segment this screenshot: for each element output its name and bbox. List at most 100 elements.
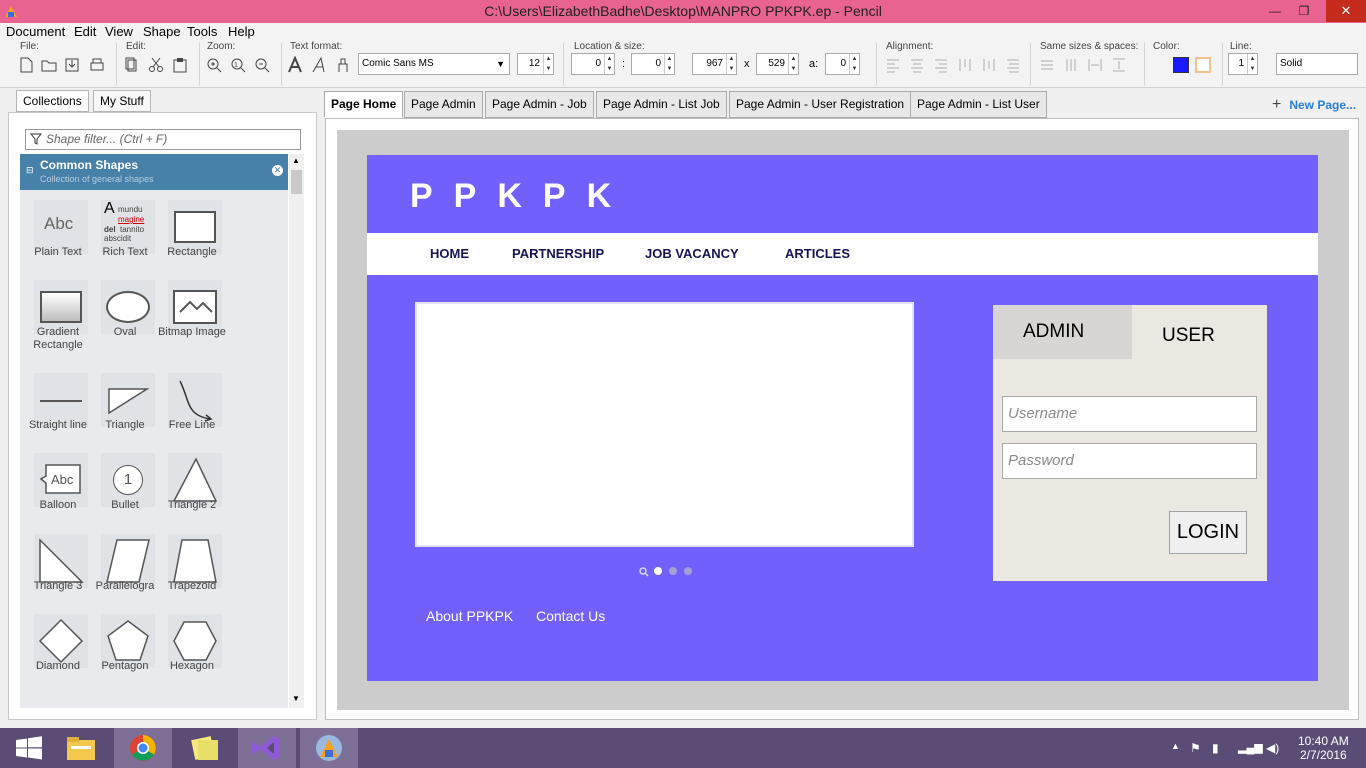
- scroll-up-icon[interactable]: ▲: [292, 156, 300, 165]
- width-stepper[interactable]: 967 ▲ ▼: [692, 53, 737, 75]
- spin-arrows-icon[interactable]: ▲ ▼: [1247, 54, 1257, 74]
- password-input[interactable]: Password: [1002, 443, 1257, 479]
- shape-filter-input[interactable]: Shape filter... (Ctrl + F): [25, 129, 301, 150]
- shape-bitmap-image[interactable]: Bitmap Image: [154, 270, 228, 350]
- zoom-actual-icon[interactable]: 1: [229, 56, 247, 74]
- menu-help[interactable]: Help: [228, 24, 255, 39]
- shape-bullet[interactable]: 1 Bullet: [87, 443, 161, 523]
- zoom-in-icon[interactable]: [205, 56, 223, 74]
- tab-page-admin-user-registration[interactable]: Page Admin - User Registration: [729, 91, 912, 118]
- volume-icon[interactable]: ◀): [1266, 741, 1279, 755]
- slider-dot-active[interactable]: [654, 567, 662, 575]
- shape-free-line[interactable]: Free Line: [154, 363, 228, 443]
- shape-trapezoid[interactable]: Trapezoid: [154, 524, 228, 604]
- nav-job-vacancy[interactable]: JOB VACANCY: [645, 246, 739, 261]
- mockup-page[interactable]: PPKPK HOME PARTNERSHIP JOB VACANCY ARTIC…: [367, 155, 1318, 681]
- panel-scrollbar[interactable]: ▲ ▼: [289, 154, 304, 708]
- windows-start-icon[interactable]: [0, 728, 58, 768]
- menu-edit[interactable]: Edit: [74, 24, 96, 39]
- font-size-stepper[interactable]: 12 ▲ ▼: [517, 53, 554, 75]
- new-document-icon[interactable]: [17, 56, 35, 74]
- nav-partnership[interactable]: PARTNERSHIP: [512, 246, 604, 261]
- tab-my-stuff[interactable]: My Stuff: [93, 90, 151, 112]
- spin-arrows-icon[interactable]: ▲ ▼: [604, 54, 614, 74]
- paste-icon[interactable]: [171, 56, 189, 74]
- tab-page-home[interactable]: Page Home: [324, 91, 404, 118]
- network-icon[interactable]: ▂▄▆: [1238, 741, 1263, 754]
- font-italic-a-icon[interactable]: [310, 56, 328, 74]
- visual-studio-taskbar-item[interactable]: [238, 728, 296, 768]
- slider-search-icon[interactable]: [639, 567, 649, 577]
- save-icon[interactable]: [63, 56, 81, 74]
- same-width-icon[interactable]: [1062, 56, 1080, 74]
- copy-icon[interactable]: [123, 56, 141, 74]
- close-collection-icon[interactable]: ✕: [272, 165, 283, 176]
- system-clock[interactable]: 10:40 AM 2/7/2016: [1298, 734, 1349, 762]
- shape-triangle-3[interactable]: Triangle 3: [20, 524, 94, 604]
- collapse-icon[interactable]: ⊟: [26, 165, 34, 176]
- shape-triangle[interactable]: Triangle: [87, 363, 161, 443]
- sticky-notes-icon[interactable]: [176, 728, 234, 768]
- spin-arrows-icon[interactable]: ▲ ▼: [849, 54, 859, 74]
- horizontal-spacing-icon[interactable]: [1086, 56, 1104, 74]
- zoom-out-icon[interactable]: [253, 56, 271, 74]
- minimize-button[interactable]: —: [1261, 0, 1289, 22]
- align-right-icon[interactable]: [932, 56, 950, 74]
- cut-icon[interactable]: [147, 56, 165, 74]
- vertical-spacing-icon[interactable]: [1110, 56, 1128, 74]
- shape-triangle-2[interactable]: Triangle 2: [154, 443, 228, 523]
- text-style-icon[interactable]: [334, 56, 352, 74]
- show-hidden-icons[interactable]: ▲: [1171, 741, 1180, 751]
- pencil-taskbar-item[interactable]: [300, 728, 358, 768]
- spin-arrows-icon[interactable]: ▲ ▼: [788, 54, 798, 74]
- shape-balloon[interactable]: Abc Balloon: [20, 443, 94, 523]
- footer-contact-link[interactable]: Contact Us: [536, 608, 605, 624]
- tab-page-admin-list-user[interactable]: Page Admin - List User: [910, 91, 1047, 118]
- file-explorer-icon[interactable]: [52, 728, 110, 768]
- same-height-icon[interactable]: [1038, 56, 1056, 74]
- scroll-down-icon[interactable]: ▼: [292, 694, 300, 703]
- align-top-icon[interactable]: [956, 56, 974, 74]
- slider-dot[interactable]: [669, 567, 677, 575]
- font-bold-a-icon[interactable]: [286, 56, 304, 74]
- shape-gradient-rectangle[interactable]: Gradient Rectangle: [20, 270, 94, 351]
- shape-oval[interactable]: Oval: [87, 270, 161, 350]
- shape-hexagon[interactable]: Hexagon: [154, 604, 228, 684]
- shape-pentagon[interactable]: Pentagon: [87, 604, 161, 684]
- align-left-icon[interactable]: [884, 56, 902, 74]
- shape-plain-text[interactable]: Abc Plain Text: [20, 190, 94, 270]
- footer-about-link[interactable]: About PPKPK: [426, 608, 513, 624]
- close-button[interactable]: ✕: [1326, 0, 1366, 22]
- align-center-icon[interactable]: [908, 56, 926, 74]
- height-stepper[interactable]: 529 ▲ ▼: [756, 53, 799, 75]
- fill-color-swatch[interactable]: [1173, 57, 1189, 73]
- print-icon[interactable]: [88, 56, 106, 74]
- tab-page-admin[interactable]: Page Admin: [404, 91, 483, 118]
- nav-articles[interactable]: ARTICLES: [785, 246, 850, 261]
- spin-arrows-icon[interactable]: ▲ ▼: [726, 54, 736, 74]
- maximize-button[interactable]: ❐: [1290, 0, 1318, 22]
- chrome-taskbar-item[interactable]: [114, 728, 172, 768]
- tab-page-admin-job[interactable]: Page Admin - Job: [485, 91, 594, 118]
- angle-stepper[interactable]: 0 ▲ ▼: [825, 53, 860, 75]
- font-family-select[interactable]: Comic Sans MS ▼: [358, 53, 510, 75]
- image-slider[interactable]: [415, 302, 914, 547]
- menu-shape[interactable]: Shape: [143, 24, 181, 39]
- tab-collections[interactable]: Collections: [16, 90, 89, 112]
- y-position-stepper[interactable]: 0 ▲ ▼: [631, 53, 675, 75]
- login-tab-admin[interactable]: ADMIN: [993, 305, 1132, 359]
- slider-dot[interactable]: [684, 567, 692, 575]
- line-width-stepper[interactable]: 1 ▲ ▼: [1228, 53, 1258, 75]
- menu-document[interactable]: Document: [6, 24, 65, 39]
- battery-icon[interactable]: ▮: [1212, 741, 1219, 755]
- scroll-thumb[interactable]: [291, 170, 302, 194]
- shape-diamond[interactable]: Diamond: [20, 604, 94, 684]
- shape-rectangle[interactable]: Rectangle: [154, 190, 228, 270]
- new-page-button[interactable]: + New Page...: [1272, 96, 1356, 114]
- spin-arrows-icon[interactable]: ▲ ▼: [664, 54, 674, 74]
- login-button[interactable]: LOGIN: [1169, 511, 1247, 554]
- align-middle-icon[interactable]: [980, 56, 998, 74]
- spin-arrows-icon[interactable]: ▲ ▼: [543, 54, 553, 74]
- shape-rich-text[interactable]: A mundu magine del tannito abscidit Rich…: [87, 190, 161, 270]
- menu-tools[interactable]: Tools: [187, 24, 217, 39]
